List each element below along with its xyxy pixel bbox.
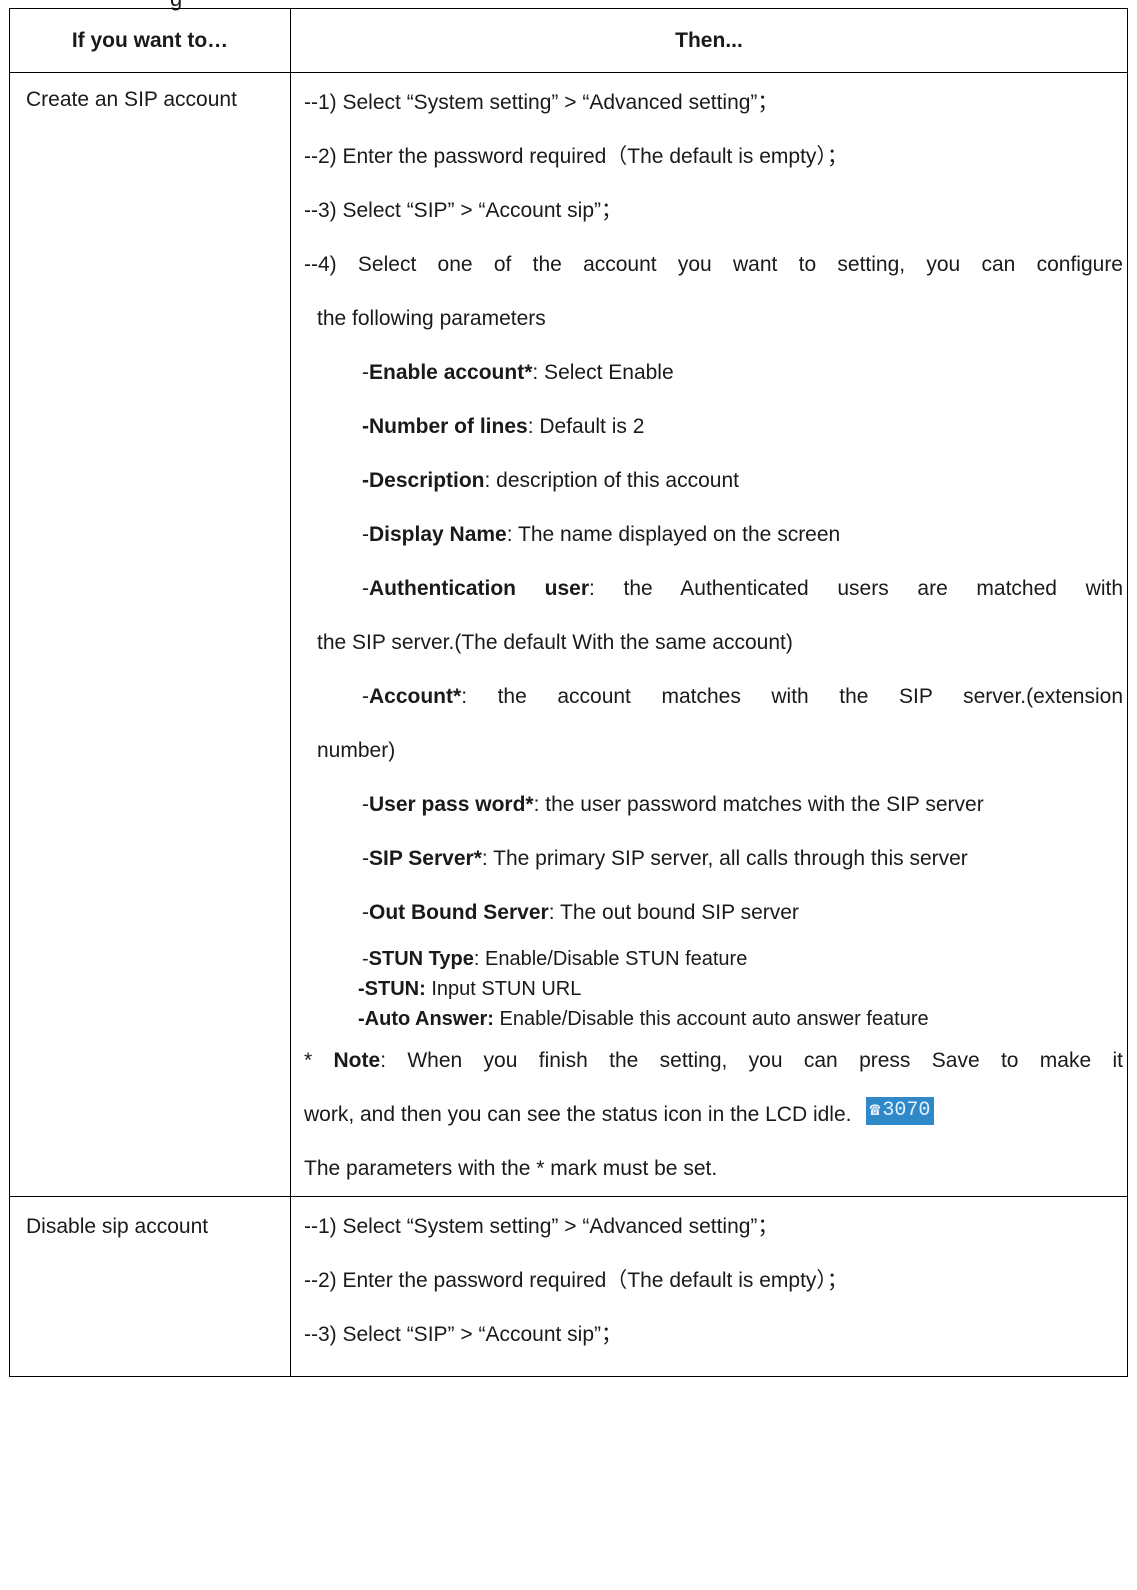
param-text: : The out bound SIP server	[548, 901, 799, 924]
status-icon-number: 3070	[882, 1099, 931, 1123]
param-label: -STUN:	[358, 978, 426, 1000]
param-label: -Number of lines	[362, 415, 528, 438]
param-description: -Description: description of this accoun…	[291, 454, 1127, 508]
param-text: : description of this account	[484, 469, 739, 492]
param-out-bound-server: -Out Bound Server: The out bound SIP ser…	[291, 886, 1127, 940]
param-user-password: -User pass word*: the user password matc…	[291, 778, 1127, 832]
param-label: User pass word*	[369, 793, 534, 816]
note-line-2: work, and then you can see the status ic…	[291, 1088, 1127, 1142]
note-text-2: work, and then you can see the status ic…	[304, 1103, 852, 1126]
settings-table: If you want to… Then... Create an SIP ac…	[9, 8, 1128, 1377]
param-label: Out Bound Server	[369, 901, 549, 924]
param-text: : the Authenticated users are matched wi…	[589, 577, 1123, 600]
param-prefix: -	[362, 847, 369, 870]
step-1: --1) Select “System setting” > “Advanced…	[304, 1215, 779, 1238]
table-row-disable: Disable sip account --1) Select “System …	[9, 1196, 1128, 1377]
param-text: Input STUN URL	[425, 978, 582, 1000]
param-account: -Account*: the account matches with the …	[291, 670, 1127, 724]
header-then: Then...	[290, 8, 1128, 73]
param-label: Enable account*	[369, 361, 533, 384]
param-prefix: -	[362, 793, 369, 816]
note-prefix: *	[304, 1049, 334, 1072]
param-label: STUN Type	[368, 948, 474, 970]
header-if-you-want-to: If you want to…	[9, 8, 291, 73]
param-text: : the account matches with the SIP serve…	[461, 685, 1123, 708]
param-text: : The name displayed on the screen	[506, 523, 841, 546]
table-header-row: If you want to… Then...	[9, 8, 1128, 73]
step-3: --3) Select “SIP” > “Account sip”；	[304, 1323, 623, 1346]
param-prefix: -	[362, 901, 369, 924]
param-text: : The primary SIP server, all calls thro…	[481, 847, 968, 870]
param-enable-account: -Enable account*: Select Enable	[291, 346, 1127, 400]
step-4-continued: the following parameters	[317, 307, 546, 330]
param-sip-server: -SIP Server*: The primary SIP server, al…	[291, 832, 1127, 886]
param-text: : the user password matches with the SIP…	[533, 793, 984, 816]
param-label: -Description	[362, 469, 485, 492]
phone-icon: ☎	[869, 1101, 881, 1122]
param-prefix: -	[362, 361, 369, 384]
param-authentication-user: -Authentication user: the Authenticated …	[291, 562, 1127, 616]
param-label: Account*	[369, 685, 462, 708]
row-action-label: Create an SIP account	[9, 72, 291, 1197]
param-stun-type: -STUN Type: Enable/Disable STUN feature	[291, 944, 1127, 974]
row-action-label: Disable sip account	[9, 1196, 291, 1377]
row-steps: --1) Select “System setting” > “Advanced…	[290, 1196, 1128, 1377]
step-1: --1) Select “System setting” > “Advanced…	[304, 91, 779, 114]
step-2: --2) Enter the password required（The def…	[304, 1269, 848, 1292]
param-text: Enable/Disable this account auto answer …	[493, 1008, 929, 1030]
param-label: Display Name	[369, 523, 507, 546]
note-line: * Note: When you finish the setting, you…	[291, 1034, 1127, 1088]
step-2: --2) Enter the password required（The def…	[304, 145, 848, 168]
step-4: --4) Select one of the account you want …	[304, 253, 1123, 276]
param-label: SIP Server*	[369, 847, 482, 870]
param-label: Authentication user	[369, 577, 590, 600]
param-text: : Default is 2	[527, 415, 645, 438]
param-text: : Select Enable	[532, 361, 674, 384]
param-prefix: -	[362, 685, 369, 708]
row-steps: --1) Select “System setting” > “Advanced…	[290, 72, 1128, 1197]
param-prefix: -	[362, 577, 369, 600]
note-text: : When you finish the setting, you can p…	[380, 1049, 1123, 1072]
param-prefix: -	[362, 523, 369, 546]
param-number-of-lines: -Number of lines: Default is 2	[291, 400, 1127, 454]
param-label: -Auto Answer:	[358, 1008, 494, 1030]
param-text: : Enable/Disable STUN feature	[473, 948, 748, 970]
table-row-create: Create an SIP account --1) Select “Syste…	[9, 72, 1128, 1197]
param-prefix: -	[362, 948, 369, 970]
param-stun: -STUN: Input STUN URL	[291, 974, 1127, 1004]
param-authentication-user-continued: the SIP server.(The default With the sam…	[317, 631, 793, 654]
step-3: --3) Select “SIP” > “Account sip”；	[304, 199, 623, 222]
param-auto-answer: -Auto Answer: Enable/Disable this accoun…	[291, 1004, 1127, 1034]
param-display-name: -Display Name: The name displayed on the…	[291, 508, 1127, 562]
lcd-status-icon: ☎ 3070	[865, 1097, 935, 1126]
note-label: Note	[333, 1049, 381, 1072]
param-account-continued: number)	[317, 739, 396, 762]
note-line-3: The parameters with the * mark must be s…	[304, 1157, 718, 1180]
